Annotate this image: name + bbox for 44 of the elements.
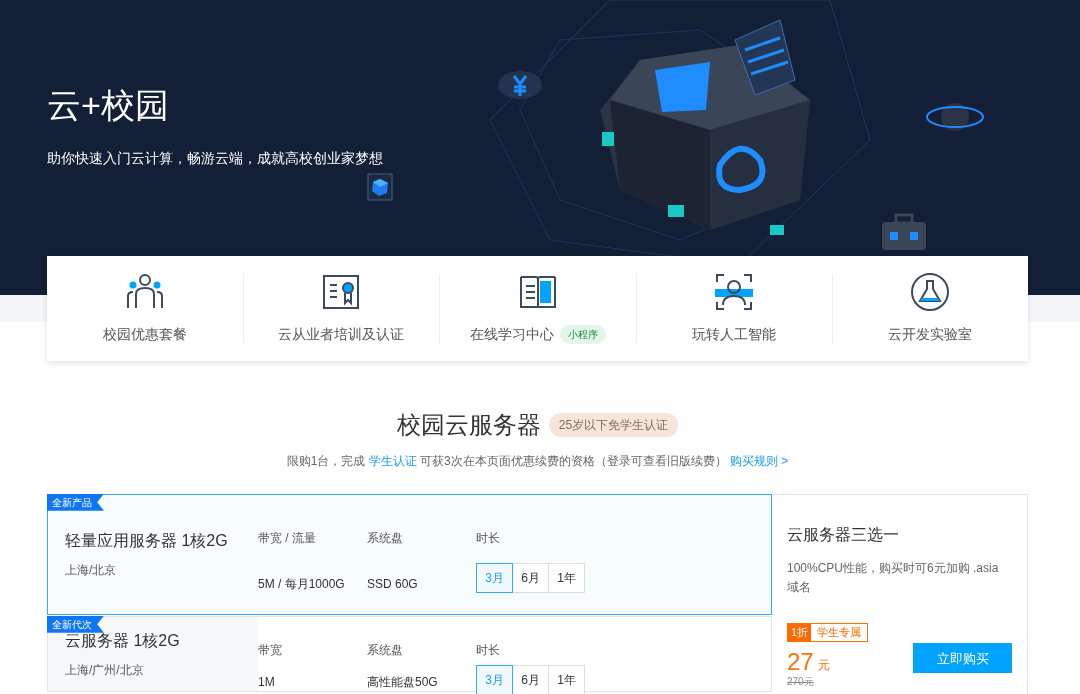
duration-option[interactable]: 1年 <box>548 562 585 593</box>
mini-program-tag: 小程序 <box>559 325 606 344</box>
spec-value: 高性能盘50G <box>367 673 439 691</box>
spec-value: SSD 60G <box>367 575 419 593</box>
feature-link[interactable]: 云从业者培训及认证 <box>278 324 405 345</box>
feature-link[interactable]: 校园优惠套餐 <box>103 324 188 345</box>
product-name: 轻量应用服务器 1核2G <box>65 531 229 552</box>
discount-label: 学生专属 <box>816 625 863 641</box>
duration-label: 时长 <box>476 641 501 659</box>
hero-subtitle: 助你快速入门云计算，畅游云端，成就高校创业家梦想 <box>47 148 383 168</box>
feature-link[interactable]: 云开发实验室 <box>887 324 972 345</box>
cube-icon <box>367 173 393 201</box>
product-location: 上海/广州/北京 <box>65 661 145 679</box>
product-location: 上海/北京 <box>65 562 118 580</box>
certificate-icon <box>321 272 362 312</box>
price-unit: 元 <box>817 656 830 674</box>
feature-link[interactable]: 在线学习中心 <box>469 324 554 345</box>
duration-option[interactable]: 6月 <box>512 562 549 593</box>
flask-icon <box>909 272 950 312</box>
spec-label: 带宽 <box>258 641 283 659</box>
duration-option[interactable]: 6月 <box>512 664 549 694</box>
product-name: 云服务器 1核2G <box>65 630 181 651</box>
discount-rate: 1折 <box>788 624 812 641</box>
duration-option[interactable]: 1年 <box>548 664 585 694</box>
product-tag: 全新产品 <box>47 493 104 511</box>
offer-description: 100%CPU性能，购买时可6元加购 .asia 域名 <box>787 559 1000 596</box>
section-title: 校园云服务器 <box>396 411 541 440</box>
offer-title: 云服务器三选一 <box>787 524 900 545</box>
spec-value: 5M / 每月1000G <box>258 575 346 593</box>
duration-label: 时长 <box>476 529 501 547</box>
feature-link[interactable]: 玩转人工智能 <box>691 324 776 345</box>
product-row[interactable]: 全新代次 云服务器 1核2G 上海/广州/北京 带宽 1M 系统盘 高性能盘50G 时长 3月 6月 1年 <box>47 615 772 692</box>
page-title: 云+校园 <box>47 85 169 126</box>
original-price: 270元 <box>787 674 815 689</box>
spec-label: 带宽 / 流量 <box>258 529 317 547</box>
spec-label: 系统盘 <box>367 529 404 547</box>
spec-value: 1M <box>258 673 276 691</box>
product-row[interactable]: 全新产品 轻量应用服务器 1核2G 上海/北京 带宽 / 流量 5M / 每月1000G 系统盘 SSD 60G 时长 3月 6月 1年 <box>47 493 772 615</box>
product-tag: 全新代次 <box>47 615 104 633</box>
notice-text: 限购1台，完成 学生认证 可获3次在本页面优惠续费的资格（登录可查看旧版续费） 购买规则 > <box>285 452 790 470</box>
price: 27 <box>787 649 814 674</box>
age-badge: 25岁以下免学生认证 <box>548 413 679 438</box>
face-scan-icon <box>713 272 754 312</box>
spec-label: 系统盘 <box>367 641 404 659</box>
